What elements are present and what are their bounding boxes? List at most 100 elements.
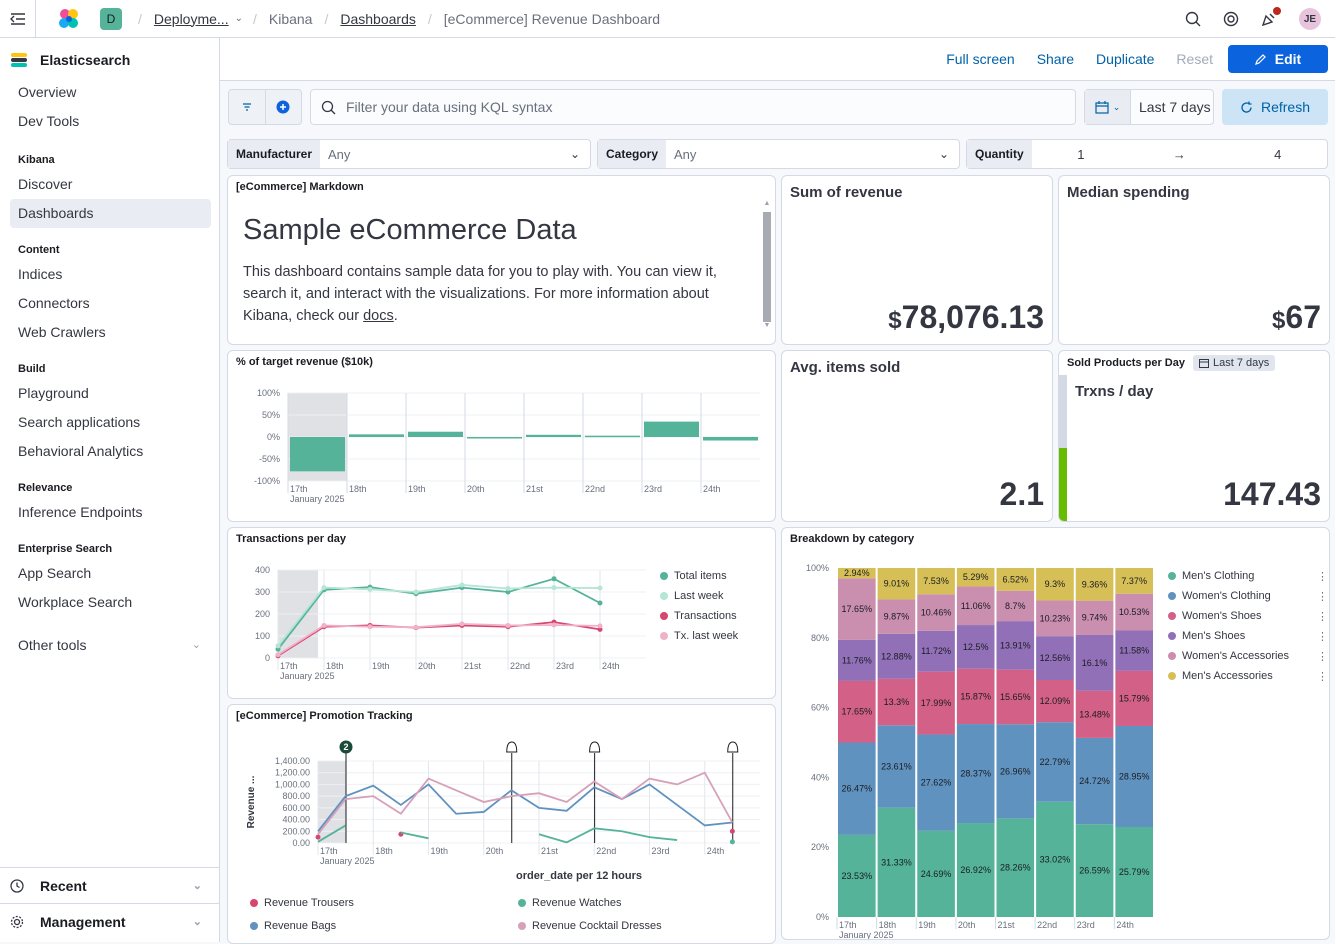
legend-menu-icon[interactable]: ⋮ [1317, 590, 1328, 603]
sidebar-item-app-search[interactable]: App Search [0, 559, 219, 588]
category-control[interactable]: Category Any ⌄ [597, 139, 960, 169]
breadcrumb-deployment[interactable]: Deployme... [154, 11, 229, 27]
avatar[interactable]: JE [1299, 8, 1321, 30]
data-label: 17.65% [842, 604, 873, 614]
sidebar-item-behavioral-analytics[interactable]: Behavioral Analytics [0, 437, 219, 466]
sidebar-item-search-applications[interactable]: Search applications [0, 408, 219, 437]
x-tick-label: 17th [839, 920, 857, 930]
docs-link[interactable]: docs [363, 308, 394, 324]
data-label: 26.96% [1000, 766, 1031, 776]
x-tick-label: 23rd [556, 661, 574, 671]
x-tick-label: 19th [431, 846, 449, 856]
legend-item[interactable]: Women's Shoes ⋮ [1168, 606, 1328, 626]
legend-menu-icon[interactable]: ⋮ [1317, 650, 1328, 663]
y-tick-label: 0.00 [292, 838, 310, 848]
menu-toggle-icon[interactable] [0, 0, 36, 38]
legend-item[interactable]: Total items [660, 566, 738, 586]
chevron-down-icon[interactable]: ⌄ [235, 13, 243, 24]
data-label: 10.23% [1040, 613, 1071, 623]
legend-item[interactable]: Revenue Watches [518, 893, 768, 913]
legend-item[interactable]: Revenue Trousers [250, 893, 518, 913]
data-point [321, 622, 327, 628]
newsfeed-icon[interactable] [1261, 7, 1281, 27]
y-tick-label: 100% [806, 563, 829, 573]
series-line [277, 584, 601, 647]
add-filter-icon[interactable] [266, 90, 302, 124]
help-icon[interactable] [1223, 11, 1239, 27]
sidebar-item-playground[interactable]: Playground [0, 379, 219, 408]
sidebar-item-workplace-search[interactable]: Workplace Search [0, 588, 219, 617]
data-label: 16.1% [1082, 658, 1108, 668]
sidebar-item-web-crawlers[interactable]: Web Crawlers [0, 318, 219, 347]
breadcrumb-dashboards[interactable]: Dashboards [340, 11, 416, 27]
sidebar-item-inference-endpoints[interactable]: Inference Endpoints [0, 498, 219, 527]
legend-item[interactable]: Women's Clothing ⋮ [1168, 586, 1328, 606]
data-label: 7.37% [1121, 576, 1147, 586]
full-screen-button[interactable]: Full screen [935, 51, 1025, 67]
markdown-content: Sample eCommerce Data This dashboard con… [243, 214, 743, 327]
date-picker[interactable]: ⌄ Last 7 days [1084, 89, 1214, 125]
legend-swatch [660, 572, 668, 580]
y-tick-label: 200 [255, 609, 270, 619]
panel-title: Avg. items sold [790, 359, 901, 376]
calendar-icon[interactable]: ⌄ [1085, 90, 1131, 124]
elastic-logo[interactable] [54, 4, 84, 34]
legend-item[interactable]: Men's Shoes ⋮ [1168, 626, 1328, 646]
legend-item[interactable]: Tx. last week [660, 626, 738, 646]
legend-label: Tx. last week [674, 630, 739, 642]
sidebar-management[interactable]: Management ⌄ [0, 903, 220, 939]
edit-button[interactable]: Edit [1228, 45, 1328, 73]
manufacturer-control[interactable]: Manufacturer Any ⌄ [227, 139, 591, 169]
search-input[interactable]: Filter your data using KQL syntax [310, 89, 1076, 125]
legend-item[interactable]: Revenue Bags [250, 916, 518, 936]
share-button[interactable]: Share [1026, 51, 1085, 67]
legend-label: Revenue Trousers [264, 897, 354, 909]
quantity-from[interactable]: 1 [1032, 147, 1130, 162]
legend-menu-icon[interactable]: ⋮ [1317, 570, 1328, 583]
legend-swatch [1168, 632, 1176, 640]
legend-item[interactable]: Men's Accessories ⋮ [1168, 666, 1328, 686]
refresh-button[interactable]: Refresh [1222, 89, 1328, 125]
data-label: 9.74% [1082, 613, 1108, 623]
legend-swatch [1168, 652, 1176, 660]
legend-menu-icon[interactable]: ⋮ [1317, 670, 1328, 683]
deployment-badge[interactable]: D [100, 7, 122, 30]
sidebar-item-overview[interactable]: Overview [0, 78, 219, 107]
sidebar-item-dev-tools[interactable]: Dev Tools [0, 107, 219, 136]
reset-button[interactable]: Reset [1165, 51, 1224, 67]
sidebar-item-connectors[interactable]: Connectors [0, 289, 219, 318]
legend-menu-icon[interactable]: ⋮ [1317, 630, 1328, 643]
y-tick-label: 200.00 [282, 826, 310, 836]
sidebar-header[interactable]: Elasticsearch [0, 38, 219, 82]
quantity-to[interactable]: 4 [1229, 147, 1327, 162]
sidebar-item-indices[interactable]: Indices [0, 260, 219, 289]
panel-title: Sum of revenue [790, 184, 903, 201]
legend-item[interactable]: Revenue Cocktail Dresses [518, 916, 768, 936]
filter-options-icon[interactable] [229, 90, 266, 124]
edit-label: Edit [1274, 51, 1302, 67]
legend-item[interactable]: Last week [660, 586, 738, 606]
sidebar-item-dashboards[interactable]: Dashboards [10, 199, 211, 228]
data-label: 15.79% [1119, 693, 1150, 703]
scrollbar[interactable]: ▲ ▼ [761, 200, 773, 342]
legend-item[interactable]: Women's Accessories ⋮ [1168, 646, 1328, 666]
quantity-control[interactable]: Quantity 1 → 4 [966, 139, 1328, 169]
legend-item[interactable]: Transactions [660, 606, 738, 626]
sidebar-recent[interactable]: Recent ⌄ [0, 867, 220, 903]
section-build: Build [18, 363, 46, 375]
data-label: 15.87% [960, 691, 991, 701]
x-tick-label: 17th [290, 484, 308, 494]
sidebar-item-other-tools[interactable]: Other tools ⌄ [0, 631, 219, 660]
duplicate-button[interactable]: Duplicate [1085, 51, 1165, 67]
breadcrumb-current: [eCommerce] Revenue Dashboard [443, 10, 661, 27]
legend-menu-icon[interactable]: ⋮ [1317, 610, 1328, 623]
data-label: 13.91% [1000, 640, 1031, 650]
legend-item[interactable]: Men's Clothing ⋮ [1168, 566, 1328, 586]
search-icon[interactable] [1185, 11, 1201, 27]
time-range-badge[interactable]: Last 7 days [1192, 355, 1276, 371]
data-label: 9.01% [884, 579, 910, 589]
sidebar-item-discover[interactable]: Discover [0, 170, 219, 199]
breadcrumb-kibana[interactable]: Kibana [269, 11, 313, 27]
data-label: 11.06% [961, 601, 991, 611]
data-point [729, 839, 735, 845]
